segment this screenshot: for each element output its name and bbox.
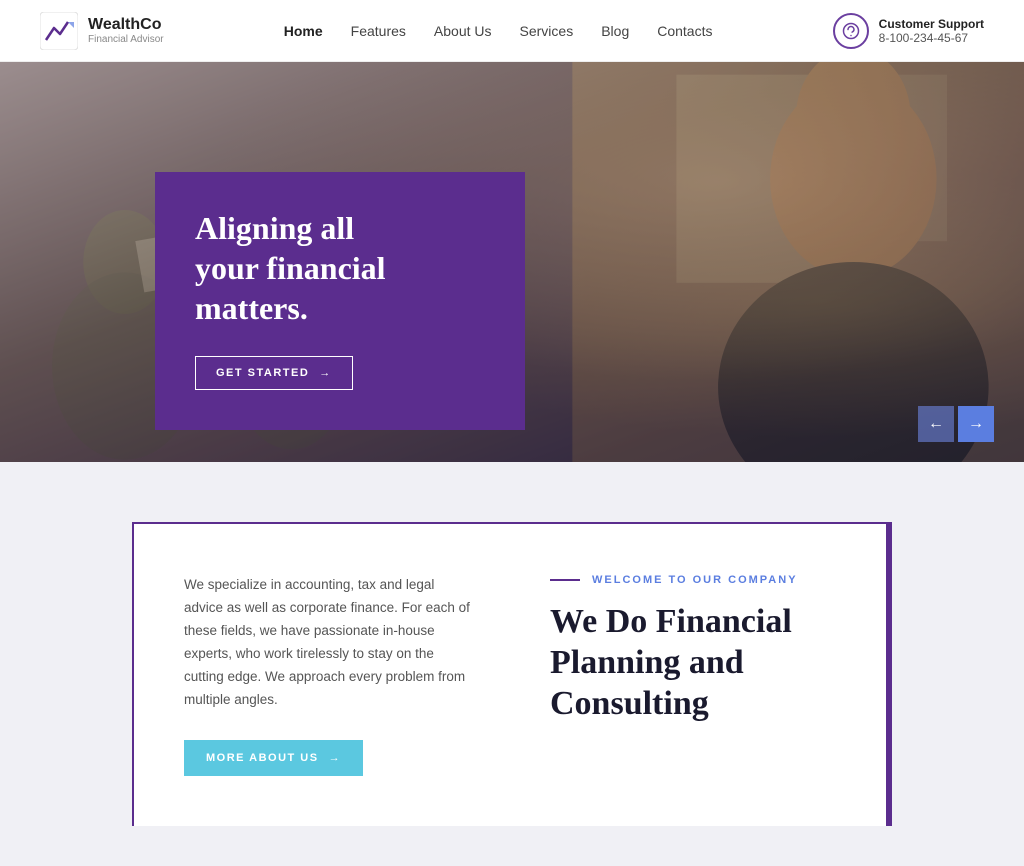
prev-slide-button[interactable]: ← (918, 406, 954, 442)
hero-card: Aligning all your financial matters. GET… (155, 172, 525, 430)
logo-area: WealthCo Financial Advisor (40, 12, 164, 50)
nav-item-home[interactable]: Home (284, 23, 323, 39)
more-about-us-button[interactable]: MORE ABOUT US → (184, 740, 363, 776)
company-info-card: We specialize in accounting, tax and leg… (132, 522, 892, 826)
header: WealthCo Financial Advisor Home Features… (0, 0, 1024, 62)
section-heading: We Do Financial Planning and Consulting (550, 602, 836, 724)
welcome-line-decoration (550, 579, 580, 581)
nav-item-services[interactable]: Services (520, 23, 574, 39)
company-name: WealthCo (88, 16, 164, 34)
next-slide-button[interactable]: → (958, 406, 994, 442)
arrow-right-icon: → (319, 367, 332, 379)
support-text: Customer Support 8-100-234-45-67 (879, 17, 984, 45)
hero-heading: Aligning all your financial matters. (195, 208, 485, 328)
nav-item-about[interactable]: About Us (434, 23, 492, 39)
hero-cta-button[interactable]: GET STARTED → (195, 356, 353, 390)
support-area: Customer Support 8-100-234-45-67 (833, 13, 984, 49)
company-tagline: Financial Advisor (88, 34, 164, 45)
nav-item-blog[interactable]: Blog (601, 23, 629, 39)
nav-item-contacts[interactable]: Contacts (657, 23, 712, 39)
support-icon (833, 13, 869, 49)
main-nav: Home Features About Us Services Blog Con… (284, 23, 713, 39)
nav-item-features[interactable]: Features (351, 23, 406, 39)
support-phone: 8-100-234-45-67 (879, 31, 984, 45)
welcome-label-row: WELCOME TO OUR COMPANY (550, 574, 836, 586)
section-right: WELCOME TO OUR COMPANY We Do Financial P… (520, 574, 836, 776)
below-hero-section: We specialize in accounting, tax and leg… (0, 462, 1024, 866)
slider-arrows: ← → (918, 406, 994, 442)
company-description: We specialize in accounting, tax and leg… (184, 574, 470, 712)
section-left: We specialize in accounting, tax and leg… (184, 574, 520, 776)
hero-section: Aligning all your financial matters. GET… (0, 62, 1024, 462)
support-label: Customer Support (879, 17, 984, 31)
logo-icon (40, 12, 78, 50)
welcome-text: WELCOME TO OUR COMPANY (592, 574, 798, 586)
arrow-right-icon: → (329, 752, 342, 764)
logo-text: WealthCo Financial Advisor (88, 16, 164, 45)
